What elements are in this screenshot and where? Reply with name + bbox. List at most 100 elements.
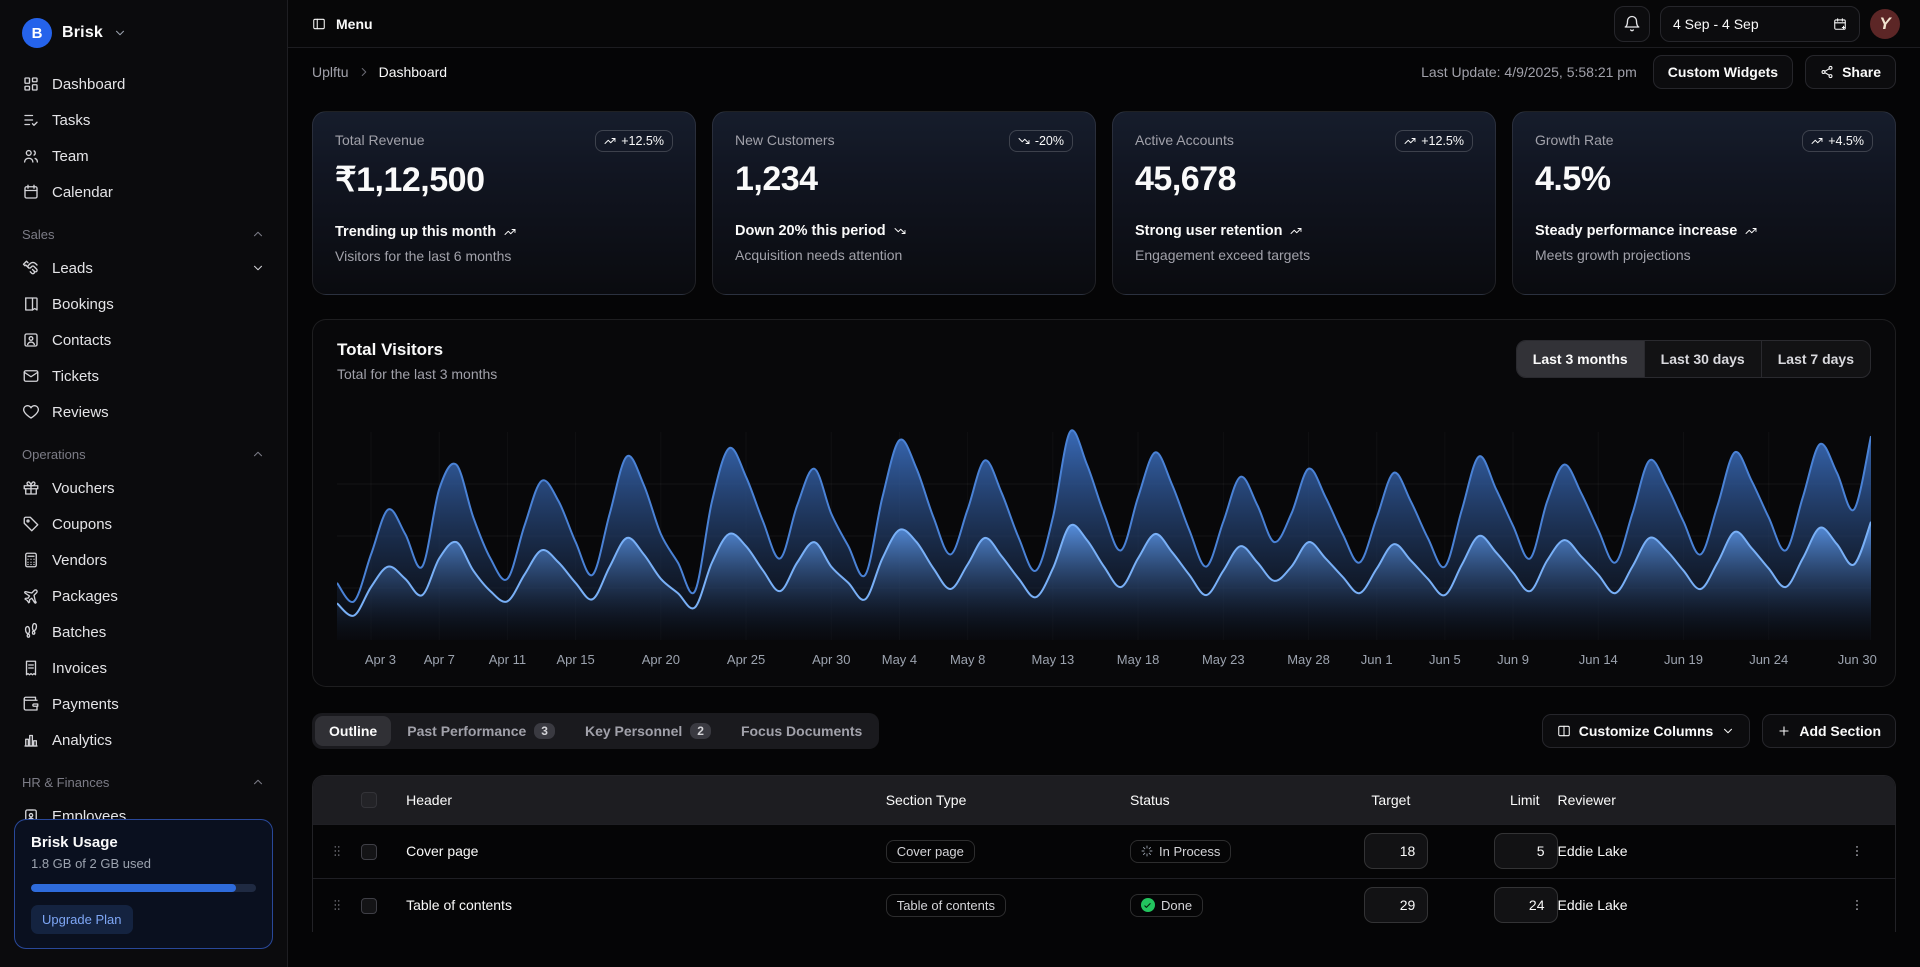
limit-input[interactable] <box>1494 833 1558 869</box>
sidebar-group-sales[interactable]: Sales <box>14 218 273 250</box>
menu-button[interactable]: Menu <box>308 10 377 38</box>
chevron-up-icon <box>251 775 265 789</box>
tab-past-performance[interactable]: Past Performance3 <box>393 716 569 746</box>
x-tick-label: Jun 30 <box>1838 652 1877 667</box>
sidebar-item-analytics[interactable]: Analytics <box>14 722 273 758</box>
x-tick-label: Jun 9 <box>1497 652 1529 667</box>
panel-left-icon <box>312 17 326 31</box>
usage-card: Brisk Usage 1.8 GB of 2 GB used Upgrade … <box>14 819 273 949</box>
breadcrumb: Uplftu Dashboard Last Update: 4/9/2025, … <box>288 48 1920 95</box>
sidebar-item-payments[interactable]: Payments <box>14 686 273 722</box>
sidebar-nav: Dashboard Tasks Team Calendar Sales Leads Book… <box>14 66 273 870</box>
packages-icon <box>22 587 40 605</box>
sidebar-group-operations[interactable]: Operations <box>14 438 273 470</box>
sidebar-item-bookings[interactable]: Bookings <box>14 286 273 322</box>
sidebar-item-calendar[interactable]: Calendar <box>14 174 273 210</box>
drag-handle[interactable] <box>313 844 361 858</box>
stat-value: 45,678 <box>1135 160 1473 199</box>
upgrade-plan-button[interactable]: Upgrade Plan <box>31 905 133 934</box>
target-input[interactable] <box>1364 887 1428 923</box>
workspace-switcher[interactable]: B Brisk <box>14 12 273 54</box>
sidebar-item-label: Calendar <box>52 184 113 201</box>
trend-up-icon <box>1811 135 1823 147</box>
date-range-button[interactable]: 4 Sep - 4 Sep <box>1660 6 1860 42</box>
calendar-plus-icon <box>1833 17 1847 31</box>
range-tab-last-3-months[interactable]: Last 3 months <box>1517 341 1644 377</box>
stat-footer: Trending up this month <box>335 224 673 240</box>
stat-subtext: Visitors for the last 6 months <box>335 248 673 264</box>
analytics-icon <box>22 731 40 749</box>
sidebar-item-coupons[interactable]: Coupons <box>14 506 273 542</box>
sidebar-item-packages[interactable]: Packages <box>14 578 273 614</box>
breadcrumb-parent[interactable]: Uplftu <box>312 64 349 80</box>
row-checkbox[interactable] <box>361 898 377 914</box>
calendar-icon <box>22 183 40 201</box>
contacts-icon <box>22 331 40 349</box>
stat-subtext: Engagement exceed targets <box>1135 247 1473 263</box>
topbar: Menu 4 Sep - 4 Sep Y <box>288 0 1920 48</box>
sidebar-item-tasks[interactable]: Tasks <box>14 102 273 138</box>
share-icon <box>1820 65 1834 79</box>
row-menu-button[interactable] <box>1843 891 1871 919</box>
sidebar-item-label: Invoices <box>52 660 107 677</box>
chevron-down-icon <box>113 26 127 40</box>
usage-title: Brisk Usage <box>31 834 256 851</box>
sidebar-item-label: Leads <box>52 260 93 277</box>
share-button[interactable]: Share <box>1805 55 1896 89</box>
add-section-button[interactable]: Add Section <box>1762 714 1896 748</box>
select-all-checkbox[interactable] <box>361 792 377 808</box>
avatar[interactable]: Y <box>1870 9 1900 39</box>
sidebar-item-label: Payments <box>52 696 119 713</box>
section-type-badge: Cover page <box>886 840 975 863</box>
sidebar-item-dashboard[interactable]: Dashboard <box>14 66 273 102</box>
trend-badge: +12.5% <box>1395 130 1473 152</box>
last-update-text: Last Update: 4/9/2025, 5:58:21 pm <box>1421 64 1637 80</box>
limit-input[interactable] <box>1494 887 1558 923</box>
check-circle-icon <box>1141 898 1155 912</box>
sidebar-item-label: Tasks <box>52 112 90 129</box>
sidebar-item-batches[interactable]: Batches <box>14 614 273 650</box>
x-tick-label: Apr 15 <box>556 652 594 667</box>
stat-label: New Customers <box>735 130 835 148</box>
sidebar-item-vendors[interactable]: Vendors <box>14 542 273 578</box>
customize-columns-button[interactable]: Customize Columns <box>1542 714 1751 748</box>
sidebar-group-hr-finances[interactable]: HR & Finances <box>14 766 273 798</box>
sidebar-item-team[interactable]: Team <box>14 138 273 174</box>
bookings-icon <box>22 295 40 313</box>
sidebar-item-reviews[interactable]: Reviews <box>14 394 273 430</box>
notifications-button[interactable] <box>1614 6 1650 42</box>
stat-subtext: Meets growth projections <box>1535 247 1873 263</box>
column-reviewer: Reviewer <box>1558 776 1843 824</box>
trend-up-icon <box>504 226 516 238</box>
column-section-type: Section Type <box>886 776 1130 824</box>
tab-focus-documents[interactable]: Focus Documents <box>727 716 876 746</box>
area-chart[interactable]: Apr 3Apr 7Apr 11Apr 15Apr 20Apr 25Apr 30… <box>337 424 1871 670</box>
reviewer-cell: Eddie Lake <box>1558 878 1843 932</box>
tasks-icon <box>22 111 40 129</box>
row-header-cell[interactable]: Table of contents <box>406 878 886 932</box>
stat-card-total-revenue: Total Revenue +12.5% ₹1,12,500 Trending … <box>312 111 696 295</box>
share-label: Share <box>1842 64 1881 80</box>
sidebar-group-label: Sales <box>22 227 55 242</box>
sidebar-item-invoices[interactable]: Invoices <box>14 650 273 686</box>
team-icon <box>22 147 40 165</box>
range-tab-last-7-days[interactable]: Last 7 days <box>1761 341 1870 377</box>
batches-icon <box>22 623 40 641</box>
sidebar-item-vouchers[interactable]: Vouchers <box>14 470 273 506</box>
custom-widgets-button[interactable]: Custom Widgets <box>1653 55 1793 89</box>
target-input[interactable] <box>1364 833 1428 869</box>
range-tab-last-30-days[interactable]: Last 30 days <box>1644 341 1761 377</box>
row-checkbox[interactable] <box>361 844 377 860</box>
section-bar: OutlinePast Performance3Key Personnel2Fo… <box>312 713 1896 749</box>
sidebar-item-leads[interactable]: Leads <box>14 250 273 286</box>
sidebar-item-contacts[interactable]: Contacts <box>14 322 273 358</box>
tab-outline[interactable]: Outline <box>315 716 391 746</box>
sidebar-item-label: Contacts <box>52 332 111 349</box>
row-header-cell[interactable]: Cover page <box>406 824 886 878</box>
row-menu-button[interactable] <box>1843 837 1871 865</box>
reviews-icon <box>22 403 40 421</box>
drag-handle[interactable] <box>313 898 361 912</box>
tab-key-personnel[interactable]: Key Personnel2 <box>571 716 725 746</box>
sidebar-item-tickets[interactable]: Tickets <box>14 358 273 394</box>
status-badge: In Process <box>1130 840 1231 863</box>
